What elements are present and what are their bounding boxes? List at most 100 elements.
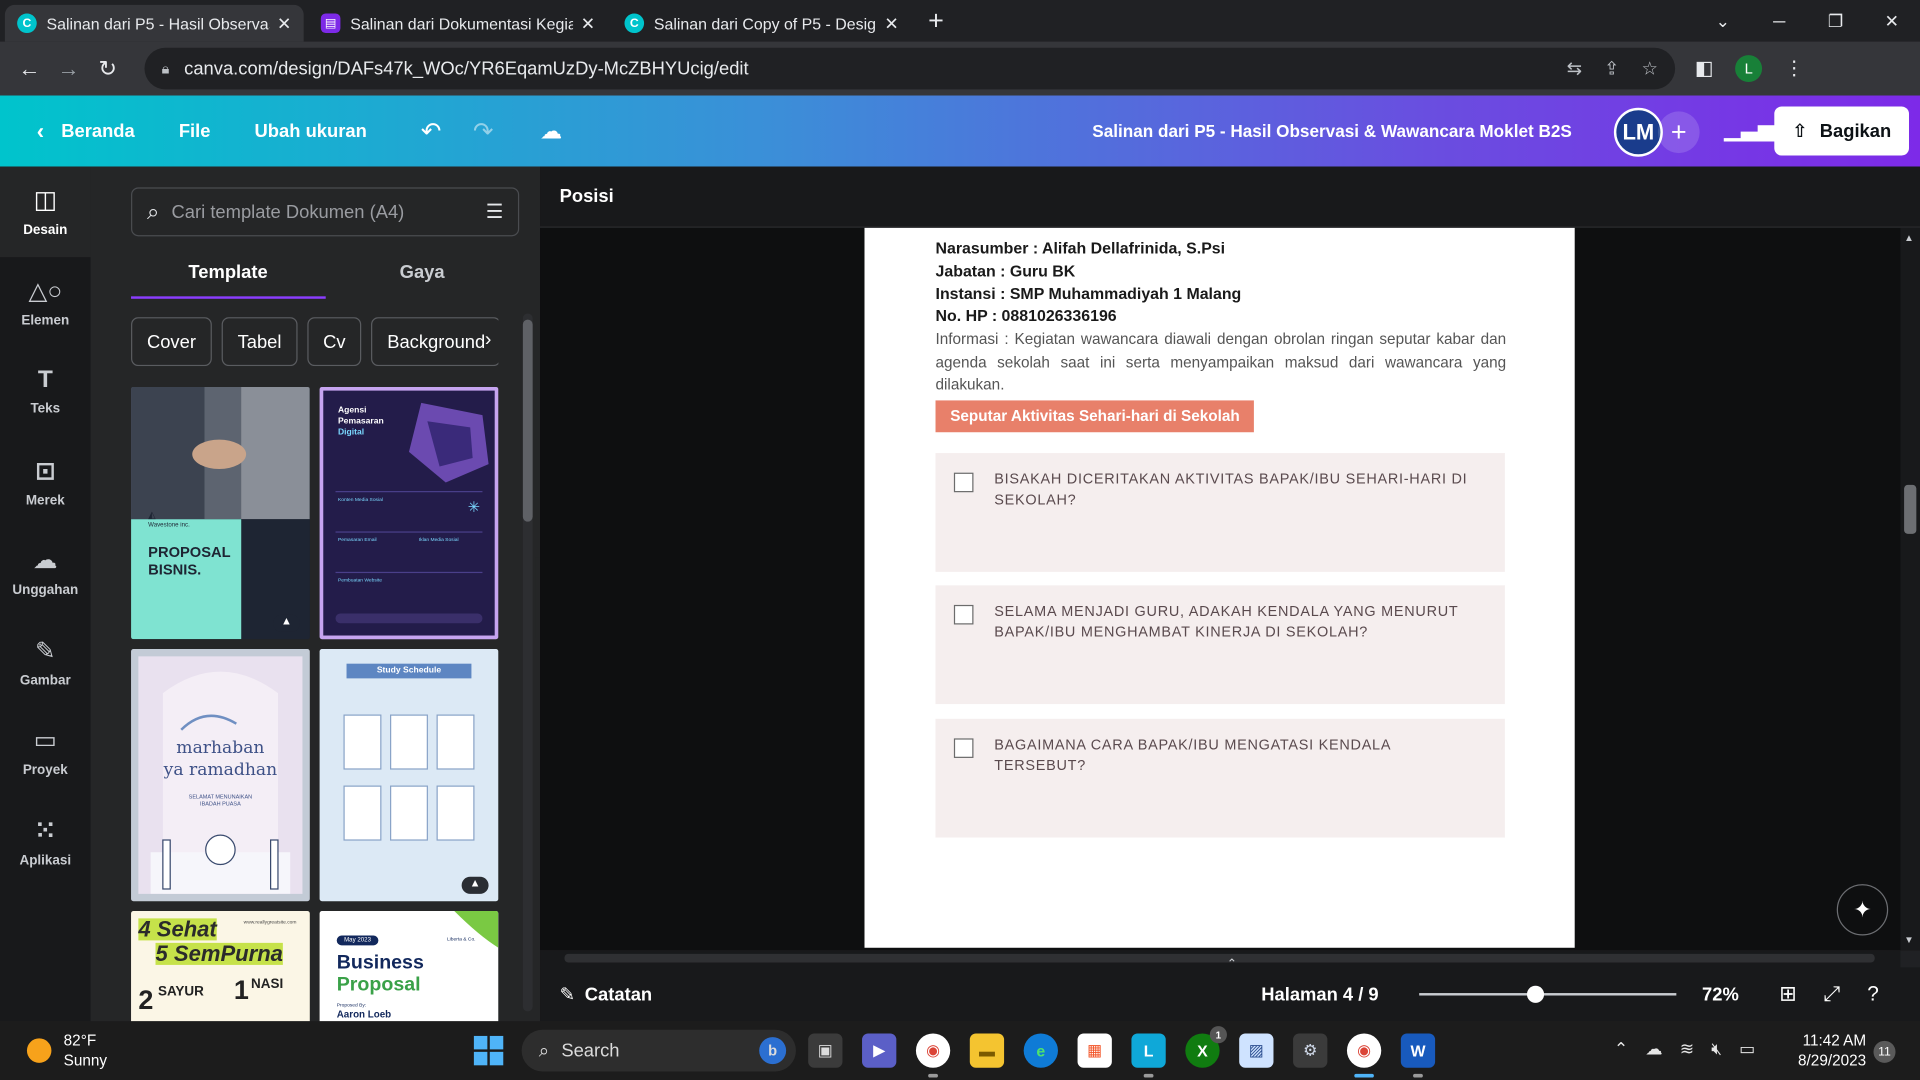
scroll-up-icon[interactable]: ▲ (1904, 233, 1914, 244)
rail-item-merek[interactable]: ⊡ Merek (0, 437, 91, 527)
info-instansi[interactable]: Instansi : SMP Muhammadiyah 1 Malang (936, 284, 1242, 302)
grid-view-icon[interactable]: ⊞ (1779, 982, 1796, 1006)
app-l-icon[interactable]: L (1131, 1033, 1166, 1078)
undo-icon[interactable]: ↶ (421, 116, 442, 147)
rail-item-elemen[interactable]: △○ Elemen (0, 257, 91, 347)
scroll-thumb[interactable] (522, 319, 533, 522)
page-indicator[interactable]: Halaman 4 / 9 (1261, 984, 1378, 1005)
document-title[interactable]: Salinan dari P5 - Hasil Observasi & Wawa… (1092, 121, 1572, 141)
chip-background[interactable]: Background (371, 317, 499, 367)
wifi-icon[interactable]: ≋ (1680, 1038, 1694, 1059)
tab-search-icon[interactable]: ⌄ (1695, 10, 1751, 31)
template-thumb-business-proposal[interactable]: May 2023 Liberta & Co. Business Proposal… (319, 911, 499, 1022)
info-paragraph[interactable]: Informasi : Kegiatan wawancara diawali d… (936, 328, 1507, 396)
tab-template[interactable]: Template (131, 255, 326, 299)
cloud-status-icon[interactable]: ☁ (1645, 1038, 1662, 1059)
document-page[interactable]: Narasumber : Alifah Dellafrinida, S.Psi … (864, 227, 1575, 948)
user-avatar[interactable]: LM (1613, 107, 1663, 157)
xbox-icon[interactable]: X1 (1185, 1026, 1227, 1068)
share-button[interactable]: ⇧ Bagikan (1774, 106, 1909, 156)
back-icon[interactable]: ← (10, 56, 49, 82)
checkbox[interactable] (953, 738, 974, 758)
rail-item-desain[interactable]: ◫ Desain (0, 166, 91, 257)
chevron-right-icon[interactable]: › (485, 329, 492, 351)
close-window-icon[interactable]: ✕ (1864, 10, 1920, 31)
question-card[interactable]: SELAMA MENJADI GURU, ADAKAH KENDALA YANG… (935, 585, 1505, 705)
browser-tab-1[interactable]: C Salinan dari P5 - Hasil Observasi ✕ (4, 4, 304, 42)
zoom-slider[interactable] (1419, 993, 1677, 996)
battery-icon[interactable]: ▭ (1739, 1038, 1755, 1059)
filter-icon[interactable]: ☰ (486, 200, 504, 224)
chip-cover[interactable]: Cover (131, 317, 212, 367)
checkbox[interactable] (953, 472, 974, 493)
bing-icon[interactable]: b (759, 1037, 787, 1065)
word-icon[interactable]: W (1400, 1033, 1436, 1078)
chrome-icon[interactable]: ◉ (915, 1033, 951, 1078)
bookmark-star-icon[interactable]: ☆ (1641, 58, 1657, 80)
close-tab-icon[interactable]: ✕ (884, 13, 898, 34)
windows-start-icon[interactable] (473, 1035, 504, 1066)
magic-sparkle-icon[interactable]: ✦ (1836, 884, 1889, 936)
close-tab-icon[interactable]: ✕ (277, 13, 291, 34)
file-menu-button[interactable]: File (179, 121, 211, 142)
file-explorer-icon[interactable]: ▬ (969, 1033, 1005, 1068)
rail-item-teks[interactable]: T Teks (0, 347, 91, 437)
task-view-icon[interactable]: ▣ (808, 1033, 843, 1068)
info-jabatan[interactable]: Jabatan : Guru BK (936, 262, 1076, 280)
weather-widget[interactable]: 82°F Sunny (26, 1031, 107, 1070)
translate-icon[interactable]: ⇆ (1567, 58, 1582, 80)
rail-item-aplikasi[interactable]: ⁙ Aplikasi (0, 797, 91, 887)
volume-muted-icon[interactable]: 🔇︎ (1711, 1038, 1722, 1059)
edge-icon[interactable]: e (1023, 1033, 1058, 1068)
template-thumb-4-sehat[interactable]: 4 Sehat 5 SemPurna www.reallygreatsite.c… (131, 911, 310, 1022)
checkbox[interactable] (953, 604, 974, 625)
position-button[interactable]: Posisi (560, 186, 614, 207)
share-page-icon[interactable]: ⇪ (1604, 58, 1619, 80)
side-panel-icon[interactable]: ◧ (1695, 56, 1714, 80)
browser-menu-icon[interactable]: ⋮ (1784, 56, 1804, 80)
help-icon[interactable]: ? (1867, 982, 1879, 1006)
rail-item-proyek[interactable]: ▭ Proyek (0, 707, 91, 797)
chip-cv[interactable]: Cv (307, 317, 362, 367)
panel-scrollbar[interactable] (520, 301, 535, 1023)
address-bar[interactable]: 🔒︎ canva.com/design/DAFs47k_WOc/YR6EqamU… (144, 47, 1676, 90)
template-thumb-agensi-pemasaran[interactable]: Agensi Pemasaran Digital Konten Media So… (319, 386, 499, 640)
insights-chart-icon[interactable]: ▁▃▅ (1724, 116, 1775, 142)
rail-item-unggahan[interactable]: ☁ Unggahan (0, 527, 91, 617)
restore-icon[interactable]: ❐ (1807, 10, 1863, 31)
profile-avatar[interactable]: L (1735, 55, 1763, 83)
home-button[interactable]: ‹ Beranda (37, 118, 135, 144)
question-card[interactable]: BAGAIMANA CARA BAPAK/IBU MENGATASI KENDA… (935, 718, 1505, 838)
canvas-vertical-scrollbar[interactable]: ▲ ▼ (1900, 227, 1920, 951)
reload-icon[interactable]: ↻ (88, 56, 127, 82)
zoom-level[interactable]: 72% (1702, 984, 1739, 1005)
minimize-icon[interactable]: ─ (1751, 11, 1807, 31)
question-card[interactable]: BISAKAH DICERITAKAN AKTIVITAS BAPAK/IBU … (935, 453, 1505, 572)
photos-icon[interactable]: ▨ (1239, 1033, 1274, 1068)
template-thumb-study-schedule[interactable]: Study Schedule ▲ (319, 648, 499, 902)
browser-tab-3[interactable]: C Salinan dari Copy of P5 - Design ✕ (612, 5, 911, 42)
notification-badge[interactable]: 11 (1873, 1040, 1896, 1063)
teams-chat-icon[interactable]: ▶ (862, 1033, 897, 1068)
chip-tabel[interactable]: Tabel (221, 317, 298, 367)
taskbar-search[interactable]: ⌕ Search b (521, 1029, 796, 1072)
chrome-profile-icon[interactable]: ◉ (1346, 1033, 1382, 1078)
tray-overflow-icon[interactable]: ⌃ (1614, 1038, 1628, 1059)
cloud-saved-icon[interactable]: ☁ (540, 118, 562, 144)
fullscreen-icon[interactable]: ⤢ (1824, 982, 1841, 1006)
microsoft-store-icon[interactable]: ▦ (1077, 1033, 1112, 1068)
redo-icon[interactable]: ↷ (473, 116, 494, 147)
browser-tab-2[interactable]: ▤ Salinan dari Dokumentasi Kegiata ✕ (309, 5, 608, 42)
resize-button[interactable]: Ubah ukuran (255, 121, 367, 142)
template-thumb-ramadhan[interactable]: marhaban ya ramadhan SELAMAT MENUNAIKAN … (131, 648, 310, 902)
section-heading[interactable]: Seputar Aktivitas Sehari-hari di Sekolah (935, 400, 1255, 433)
template-search-input[interactable]: ⌕ Cari template Dokumen (A4) ☰ (131, 187, 520, 237)
settings-gear-icon[interactable]: ⚙ (1293, 1033, 1328, 1068)
info-nohp[interactable]: No. HP : 0881026336196 (936, 306, 1117, 324)
template-thumb-proposal-bisnis[interactable]: ◭ Wavestone inc. PROPOSAL BISNIS. ▲ (131, 386, 310, 640)
forward-icon[interactable]: → (49, 56, 88, 82)
zoom-slider-handle[interactable] (1526, 985, 1544, 1003)
invite-plus-icon[interactable]: + (1657, 111, 1700, 154)
scroll-thumb[interactable] (1904, 484, 1917, 534)
scroll-down-icon[interactable]: ▼ (1904, 934, 1914, 945)
